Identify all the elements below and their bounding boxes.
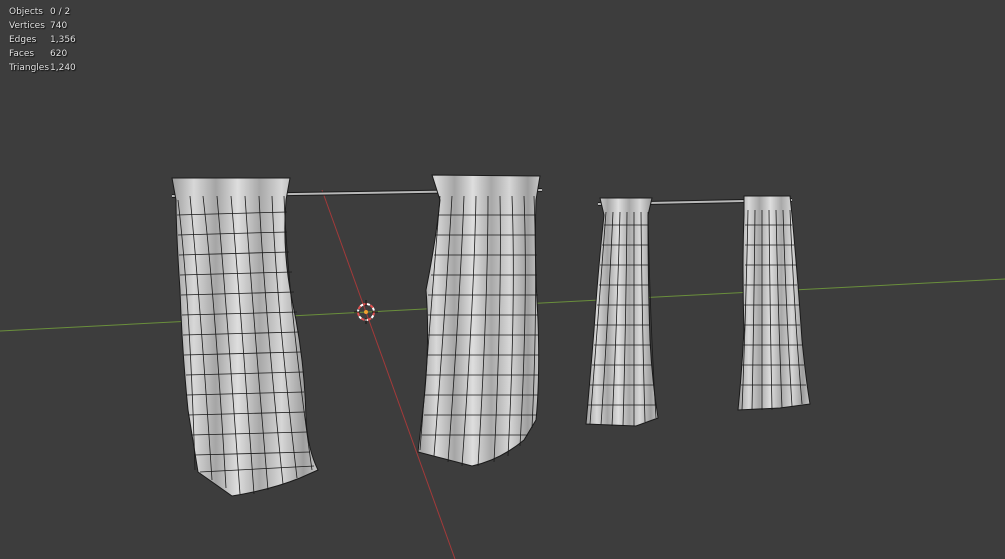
stats-value: 740	[50, 21, 68, 31]
scene-canvas[interactable]	[0, 0, 1005, 559]
stats-label: Triangles	[9, 63, 50, 73]
curtain-3[interactable]	[585, 197, 659, 427]
stats-label: Edges	[9, 35, 37, 45]
stats-row-objects: Objects 0 / 2	[9, 5, 76, 19]
stats-label: Vertices	[9, 21, 45, 31]
stats-row-edges: Edges 1,356	[9, 33, 76, 47]
stats-value: 1,356	[50, 35, 76, 45]
viewport-stats-overlay: Objects 0 / 2 Vertices 740 Edges 1,356 F…	[9, 5, 76, 75]
stats-value: 0 / 2	[50, 7, 71, 17]
stats-value: 620	[50, 49, 68, 59]
curtain-1[interactable]	[171, 177, 319, 497]
curtain-2[interactable]	[417, 174, 541, 467]
stats-label: Faces	[9, 49, 35, 59]
stats-row-faces: Faces 620	[9, 47, 76, 61]
stats-value: 1,240	[50, 63, 76, 73]
curtain-4[interactable]	[737, 195, 811, 411]
object-origin-icon	[364, 310, 368, 314]
stats-row-triangles: Triangles 1,240	[9, 61, 76, 75]
3d-viewport[interactable]: Objects 0 / 2 Vertices 740 Edges 1,356 F…	[0, 0, 1005, 559]
stats-label: Objects	[9, 7, 44, 17]
stats-row-vertices: Vertices 740	[9, 19, 76, 33]
